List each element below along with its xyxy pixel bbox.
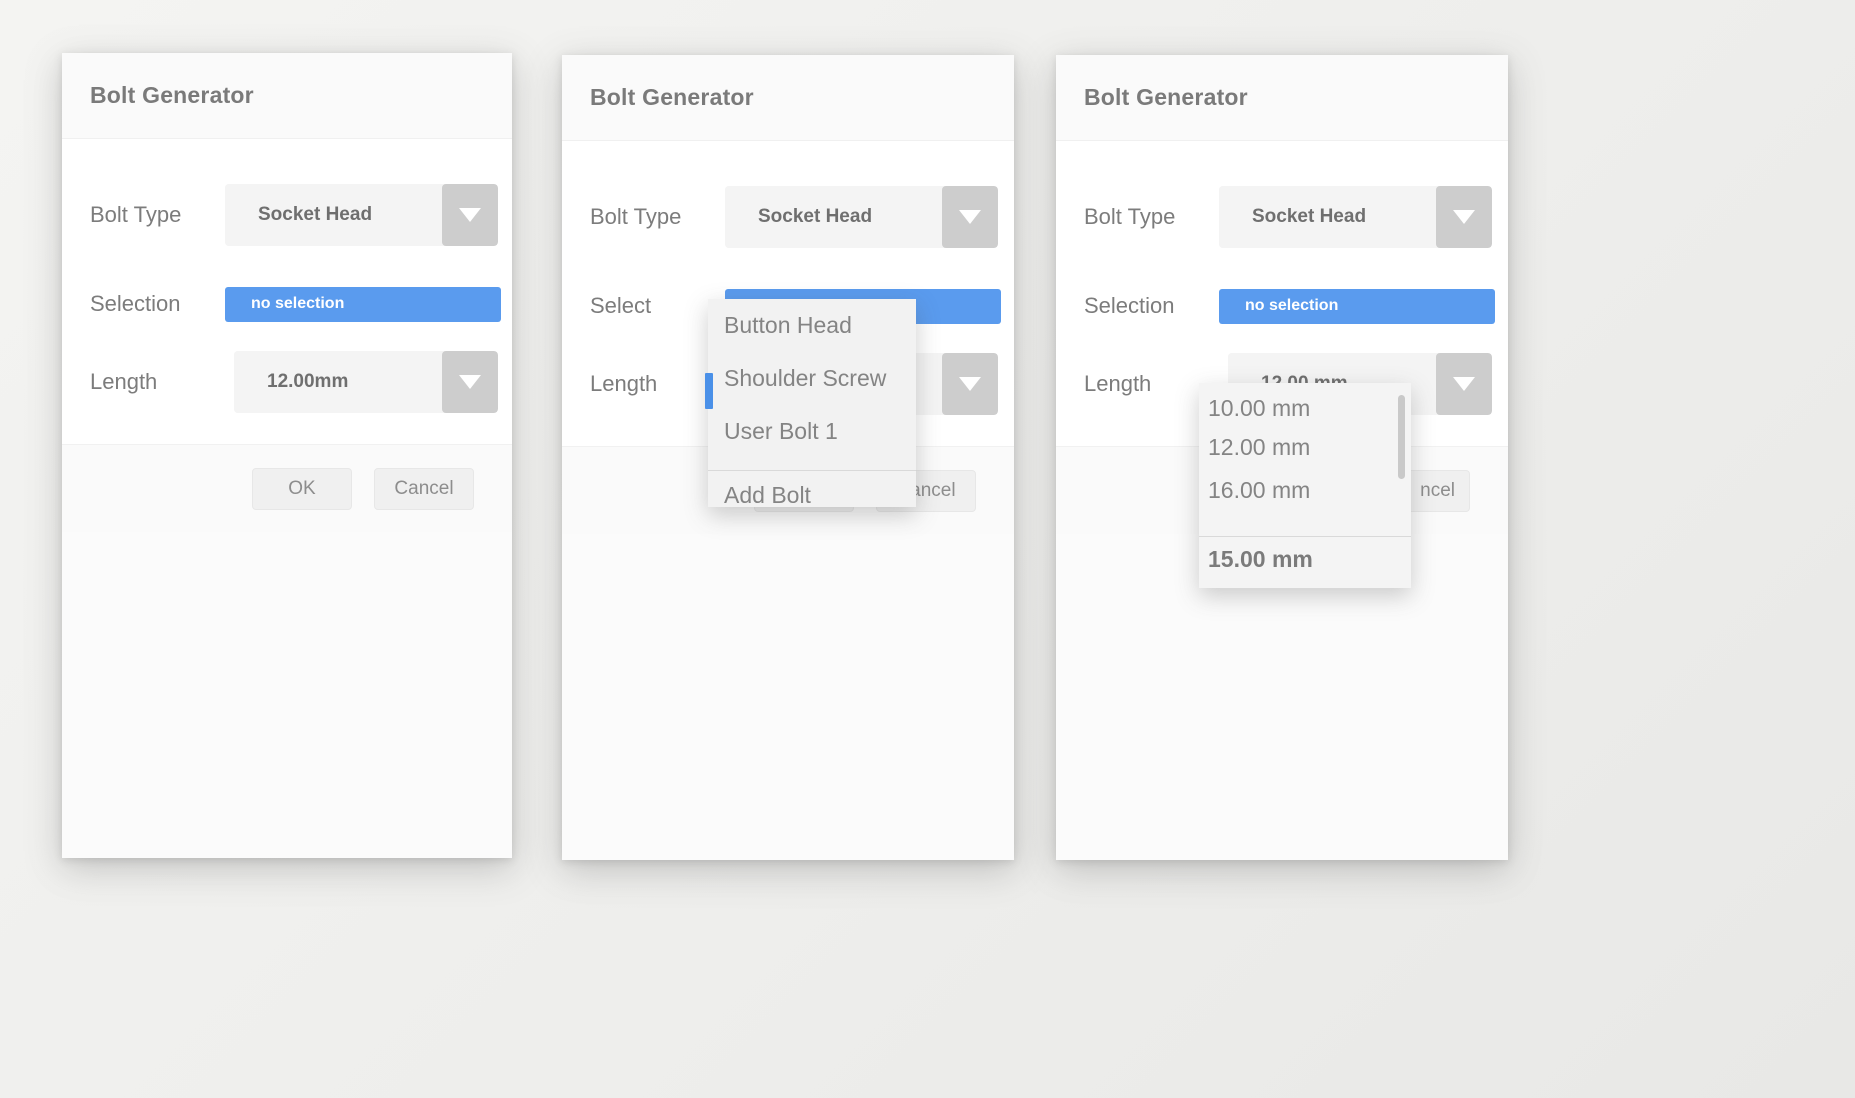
row-bolt-type: Bolt Type Socket Head xyxy=(62,183,512,247)
selection-status-bar[interactable]: no selection xyxy=(225,286,501,322)
dialog-body: Bolt Type Socket Head Selection no selec… xyxy=(62,139,512,444)
row-length: Length 12.00mm xyxy=(62,350,512,414)
chevron-down-glyph xyxy=(1453,377,1475,391)
chevron-down-icon[interactable] xyxy=(942,353,998,415)
page-title: Bolt Generator xyxy=(1084,84,1248,110)
chevron-down-glyph xyxy=(459,375,481,389)
dialog-empty-area xyxy=(62,532,512,858)
label-selection: Selection xyxy=(1084,293,1175,318)
chevron-down-glyph xyxy=(1453,210,1475,224)
chevron-down-icon[interactable] xyxy=(942,186,998,248)
label-selection: Selection xyxy=(90,291,181,316)
dropdown-scrollbar[interactable] xyxy=(1398,395,1405,479)
length-dropdown-menu[interactable]: 10.00 mm 12.00 mm 16.00 mm 15.00 mm xyxy=(1199,383,1411,588)
label-length: Length xyxy=(1084,371,1152,396)
page-title: Bolt Generator xyxy=(90,82,254,108)
bolt-type-select[interactable]: Socket Head xyxy=(1219,186,1492,248)
dialog-header: Bolt Generator xyxy=(62,53,512,139)
bolt-type-select[interactable]: Socket Head xyxy=(225,184,498,246)
chevron-down-icon[interactable] xyxy=(442,351,498,413)
dialog-header: Bolt Generator xyxy=(1056,55,1508,141)
selection-value: no selection xyxy=(1245,297,1339,314)
dropdown-option-2[interactable]: 16.00 mm xyxy=(1199,469,1411,512)
label-selection: Select xyxy=(590,293,652,318)
cancel-button-label: ncel xyxy=(1420,479,1455,501)
chevron-down-icon[interactable] xyxy=(442,184,498,246)
ok-button[interactable]: OK xyxy=(252,467,352,510)
cancel-button[interactable]: Cancel xyxy=(374,467,474,510)
dropdown-option-1[interactable]: 12.00 mm xyxy=(1199,426,1411,469)
dialog-empty-area xyxy=(562,534,1014,860)
dialog-header: Bolt Generator xyxy=(562,55,1014,141)
page-title: Bolt Generator xyxy=(590,84,754,110)
length-select[interactable]: 12.00mm xyxy=(234,351,498,413)
row-bolt-type: Bolt Type Socket Head xyxy=(562,185,1014,249)
chevron-down-glyph xyxy=(959,377,981,391)
row-selection: Selection no selection xyxy=(62,272,512,336)
chevron-down-glyph xyxy=(459,208,481,222)
label-bolt-type: Bolt Type xyxy=(590,204,682,229)
selected-indicator xyxy=(705,373,713,409)
selection-value: no selection xyxy=(251,295,345,312)
chevron-down-icon[interactable] xyxy=(1436,353,1492,415)
row-bolt-type: Bolt Type Socket Head xyxy=(1056,185,1508,249)
bolt-type-dropdown-menu[interactable]: Button Head Shoulder Screw User Bolt 1 A… xyxy=(705,299,916,508)
label-bolt-type: Bolt Type xyxy=(1084,204,1176,229)
label-length: Length xyxy=(590,371,658,396)
bolt-generator-dialog-default: Bolt Generator Bolt Type Socket Head Sel… xyxy=(62,53,512,858)
bolt-type-value: Socket Head xyxy=(1219,186,1436,248)
dropdown-action-add-bolt[interactable]: Add Bolt xyxy=(708,471,916,519)
dialog-body: Bolt Type Socket Head Select no selectio… xyxy=(562,141,1014,508)
selection-status-bar[interactable]: no selection xyxy=(1219,288,1495,324)
screenshot-stage: Bolt Generator Bolt Type Socket Head Sel… xyxy=(0,0,1855,1098)
bolt-generator-dialog-bolt-type-open: Bolt Generator Bolt Type Socket Head Sel… xyxy=(562,55,1014,860)
dropdown-option-2[interactable]: User Bolt 1 xyxy=(708,405,916,458)
length-value: 12.00mm xyxy=(234,351,442,413)
dropdown-custom-value[interactable]: 15.00 mm xyxy=(1199,537,1411,582)
dropdown-option-1[interactable]: Shoulder Screw xyxy=(708,352,916,405)
dialog-footer: OK Cancel xyxy=(62,444,512,532)
chevron-down-icon[interactable] xyxy=(1436,186,1492,248)
bolt-type-value: Socket Head xyxy=(225,184,442,246)
chevron-down-glyph xyxy=(959,210,981,224)
label-length: Length xyxy=(90,369,158,394)
bolt-type-value: Socket Head xyxy=(725,186,942,248)
dropdown-option-0[interactable]: 10.00 mm xyxy=(1199,383,1411,426)
bolt-type-select[interactable]: Socket Head xyxy=(725,186,998,248)
dropdown-option-0[interactable]: Button Head xyxy=(708,299,916,352)
row-selection: Selection no selection xyxy=(1056,274,1508,338)
label-bolt-type: Bolt Type xyxy=(90,202,182,227)
